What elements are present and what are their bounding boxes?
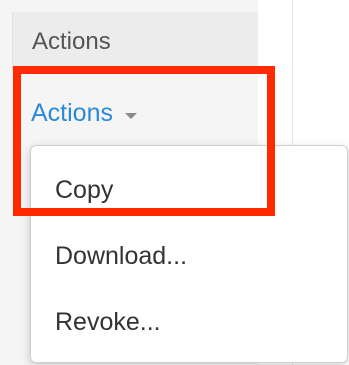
actions-dropdown-toggle[interactable]: Actions: [31, 101, 137, 126]
actions-dropdown-label: Actions: [31, 99, 113, 127]
menu-item-copy[interactable]: Copy: [55, 178, 113, 203]
column-header-actions: Actions: [32, 28, 111, 55]
menu-item-download[interactable]: Download...: [55, 244, 187, 269]
actions-dropdown-menu: Copy Download... Revoke...: [30, 145, 348, 363]
caret-down-icon: [124, 112, 137, 119]
stage: Actions Actions Copy Download... Revoke.…: [0, 0, 349, 365]
menu-item-revoke[interactable]: Revoke...: [55, 310, 161, 335]
